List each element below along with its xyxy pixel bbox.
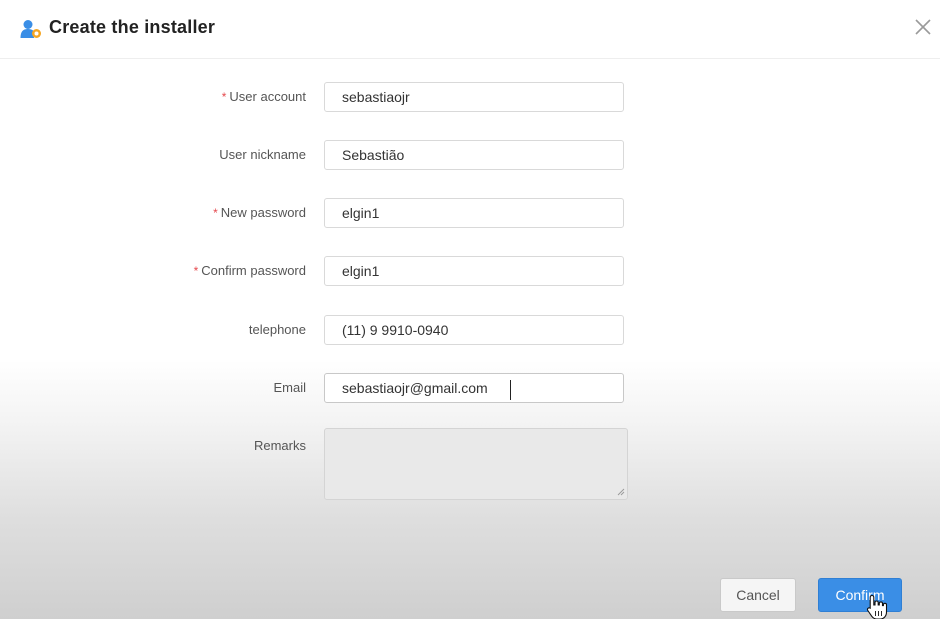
cancel-button[interactable]: Cancel [720,578,796,612]
dialog-title: Create the installer [49,17,216,37]
new-password-input[interactable] [324,198,624,228]
required-marker: * [193,264,199,278]
create-installer-dialog: Create the installer *User account User … [0,0,940,619]
user-account-input[interactable] [324,82,624,112]
remarks-textarea[interactable] [324,428,628,500]
required-marker: * [221,90,227,104]
remarks-label: Remarks [253,438,306,453]
close-icon[interactable] [912,16,934,38]
confirm-button[interactable]: Confirm [818,578,902,612]
user-nickname-input[interactable] [324,140,624,170]
required-marker: * [213,206,218,220]
telephone-input[interactable] [324,315,624,345]
telephone-label: telephone [248,322,306,337]
confirm-password-label: * Confirm password [193,263,306,278]
user-add-icon [20,20,41,38]
confirm-password-input[interactable] [324,256,624,286]
email-input[interactable] [324,373,624,403]
new-password-label: * New password [213,205,306,220]
email-label: Email [273,380,306,395]
resize-grip-icon[interactable] [617,488,625,496]
user-nickname-label: User nickname [219,147,306,162]
user-account-label: * User account [221,89,306,104]
hand-pointer-icon [866,594,888,619]
dialog-header: Create the installer [0,0,940,59]
text-caret [510,380,511,400]
